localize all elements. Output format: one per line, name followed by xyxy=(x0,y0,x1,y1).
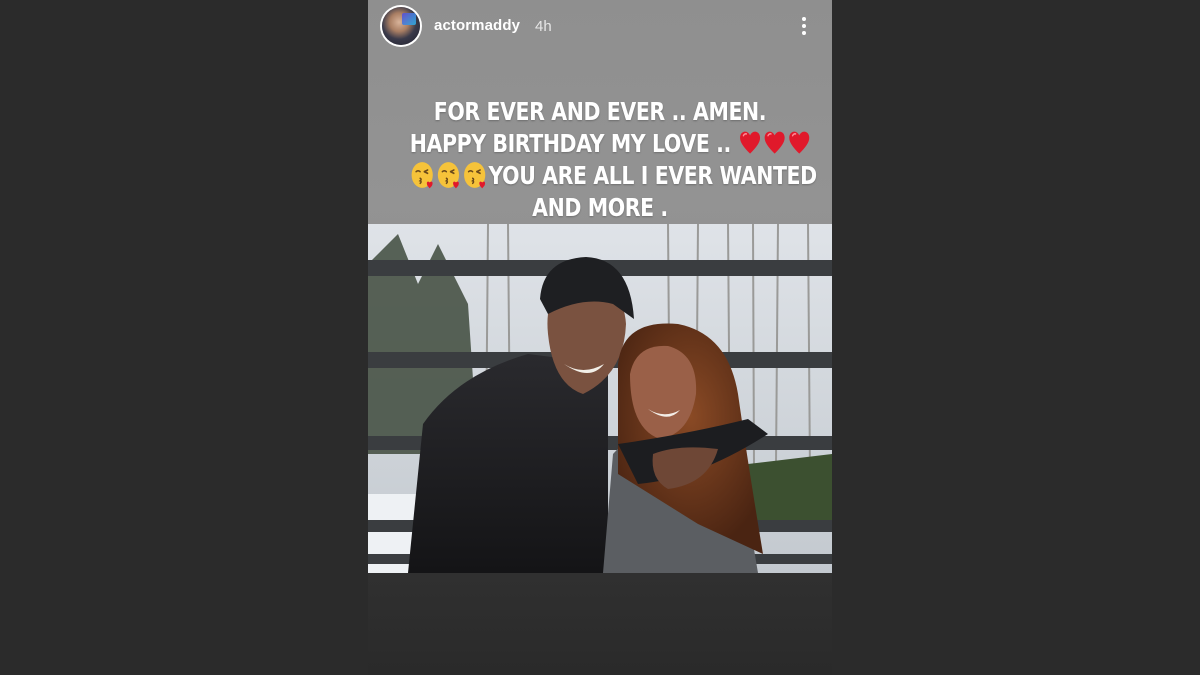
story-caption: FOR EVER AND EVER .. AMEN. HAPPY BIRTHDA… xyxy=(409,96,817,224)
red-heart-icon xyxy=(764,131,785,154)
caption-line-3-text: YOU ARE ALL I EVER WANTED xyxy=(488,161,817,190)
kiss-face-icon xyxy=(464,162,486,189)
username-link[interactable]: actormaddy xyxy=(434,17,520,34)
kiss-face-icon xyxy=(437,162,460,189)
post-time: 4h xyxy=(535,18,552,35)
story-header: actormaddy 4h xyxy=(368,0,832,56)
more-vertical-icon xyxy=(802,17,806,21)
page-background: actormaddy 4h FOR EVER AND EVER .. AMEN.… xyxy=(0,0,1200,675)
caption-line-1: FOR EVER AND EVER .. AMEN. xyxy=(433,97,767,126)
red-heart-icon xyxy=(739,131,760,154)
story-viewer[interactable]: actormaddy 4h FOR EVER AND EVER .. AMEN.… xyxy=(368,0,832,675)
profile-avatar[interactable] xyxy=(382,7,420,45)
story-footer xyxy=(368,573,832,675)
red-heart-icon xyxy=(789,131,810,154)
caption-line-4: AND MORE . xyxy=(532,193,668,222)
couple-photo xyxy=(368,224,832,573)
caption-line-3: YOU ARE ALL I EVER WANTED xyxy=(410,160,817,192)
story-photo xyxy=(368,224,832,573)
caption-line-2: HAPPY BIRTHDAY MY LOVE .. xyxy=(409,128,810,160)
more-options-button[interactable] xyxy=(794,13,814,39)
caption-line-2-text: HAPPY BIRTHDAY MY LOVE .. xyxy=(409,129,732,158)
kiss-face-icon xyxy=(411,162,433,189)
